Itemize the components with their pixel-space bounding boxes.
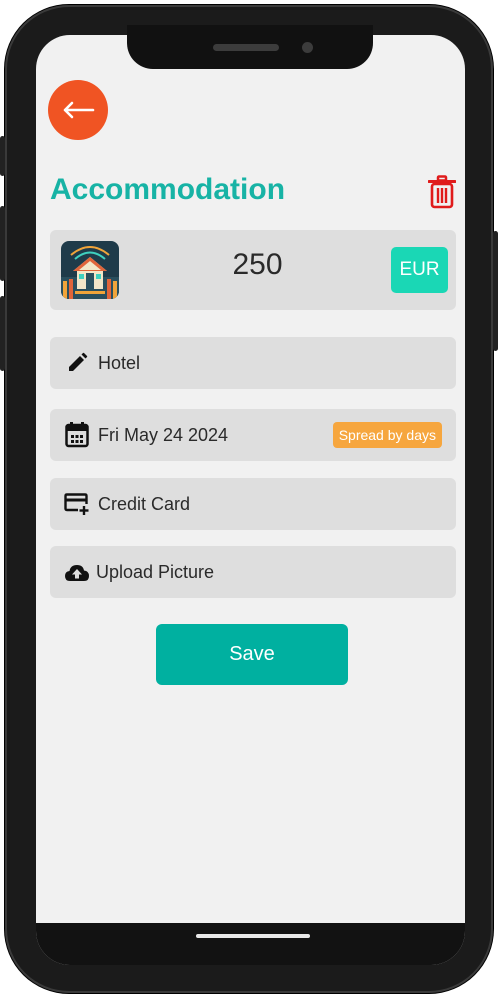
house-icon bbox=[61, 241, 119, 299]
date-value: Fri May 24 2024 bbox=[98, 424, 229, 445]
date-field[interactable]: Fri May 24 2024 Spread by days bbox=[50, 409, 456, 461]
app-screen: Accommodation 250 EUR Hotel Fri May 24 2… bbox=[36, 35, 465, 965]
delete-button[interactable] bbox=[425, 173, 459, 211]
back-button[interactable] bbox=[48, 80, 108, 140]
arrow-left-icon bbox=[63, 101, 95, 119]
system-navigation-bar bbox=[36, 923, 465, 965]
description-field[interactable]: Hotel bbox=[50, 337, 456, 389]
description-value: Hotel bbox=[98, 352, 141, 373]
amount-card: 250 EUR bbox=[50, 230, 456, 310]
phone-volume-up bbox=[0, 206, 5, 281]
front-camera bbox=[302, 42, 313, 53]
spread-by-days-button[interactable]: Spread by days bbox=[332, 422, 442, 448]
payment-method-value: Credit Card bbox=[98, 493, 191, 514]
credit-card-add-icon bbox=[64, 491, 90, 517]
speaker bbox=[213, 44, 279, 51]
cloud-upload-icon bbox=[64, 559, 90, 585]
phone-power-button bbox=[493, 231, 498, 351]
phone-side-button bbox=[0, 136, 5, 176]
page-title: Accommodation bbox=[50, 173, 286, 206]
phone-volume-down bbox=[0, 296, 5, 371]
amount-value[interactable]: 250 bbox=[200, 248, 315, 282]
save-button[interactable]: Save bbox=[156, 624, 348, 685]
payment-method-field[interactable]: Credit Card bbox=[50, 478, 456, 530]
upload-picture-label: Upload Picture bbox=[96, 561, 215, 582]
pencil-icon bbox=[64, 350, 90, 376]
calendar-icon bbox=[64, 422, 90, 448]
trash-icon bbox=[428, 175, 456, 209]
phone-notch bbox=[127, 25, 373, 69]
home-indicator[interactable] bbox=[196, 934, 310, 938]
upload-picture-field[interactable]: Upload Picture bbox=[50, 546, 456, 598]
category-button[interactable] bbox=[61, 241, 119, 299]
currency-selector[interactable]: EUR bbox=[391, 247, 448, 293]
